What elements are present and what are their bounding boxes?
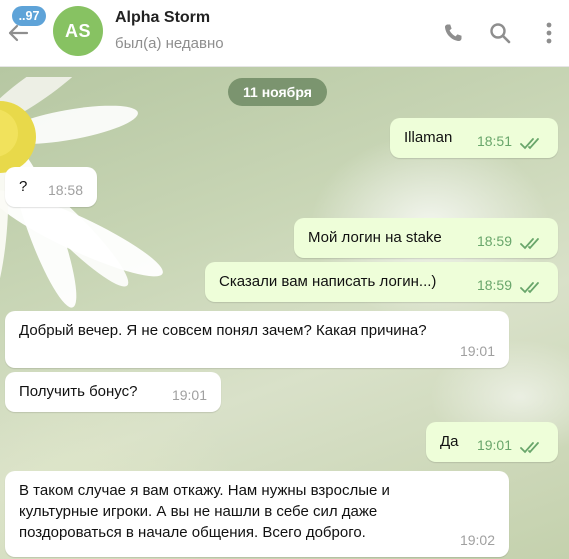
- message-text: Сказали вам написать логин...): [219, 273, 437, 290]
- message-outgoing[interactable]: Мой логин на stake 18:59: [294, 218, 558, 258]
- search-button[interactable]: [487, 20, 513, 46]
- message-text: Добрый вечер. Я не совсем понял зачем? К…: [19, 322, 427, 339]
- message-time: 18:59: [476, 277, 512, 293]
- message-time: 18:59: [476, 233, 512, 249]
- message-text: Illaman: [404, 129, 453, 146]
- chat-messages-area[interactable]: 11 ноября Illaman 18:51 ? 18:58 Мой логи…: [0, 67, 569, 559]
- message-incoming[interactable]: Добрый вечер. Я не совсем понял зачем? К…: [5, 311, 509, 368]
- message-text: ?: [19, 178, 28, 195]
- avatar[interactable]: AS: [53, 6, 103, 56]
- double-check-icon: [520, 442, 539, 454]
- double-check-icon: [520, 238, 539, 250]
- message-outgoing[interactable]: Illaman 18:51: [390, 118, 558, 158]
- message-text: Получить бонус?: [19, 383, 138, 400]
- phone-icon: [444, 24, 462, 42]
- unread-count-badge: ..97: [12, 6, 46, 26]
- message-incoming[interactable]: Получить бонус? 19:01: [5, 372, 221, 412]
- message-time: 19:02: [459, 532, 495, 548]
- message-time: 19:01: [476, 437, 512, 453]
- double-check-icon: [520, 138, 539, 150]
- message-outgoing[interactable]: Да 19:01: [426, 422, 558, 462]
- back-arrow-icon: [8, 24, 29, 42]
- chat-header: ..97 AS Alpha Storm был(а) недавно: [0, 0, 569, 67]
- message-time: 19:01: [171, 387, 207, 403]
- message-text: Мой логин на stake: [308, 229, 442, 246]
- search-icon: [490, 23, 511, 44]
- call-button[interactable]: [440, 20, 466, 46]
- more-vertical-icon: [546, 22, 552, 44]
- more-options-button[interactable]: [536, 20, 562, 46]
- message-outgoing[interactable]: Сказали вам написать логин...) 18:59: [205, 262, 558, 302]
- message-text: Да: [440, 433, 459, 450]
- message-time: 18:58: [47, 182, 83, 198]
- message-time: 18:51: [476, 133, 512, 149]
- chat-title[interactable]: Alpha Storm: [115, 9, 210, 27]
- message-text: В таком случае я вам откажу. Нам нужны в…: [19, 482, 390, 541]
- message-incoming[interactable]: ? 18:58: [5, 167, 97, 207]
- double-check-icon: [520, 282, 539, 294]
- message-incoming[interactable]: В таком случае я вам откажу. Нам нужны в…: [5, 471, 509, 557]
- date-separator: 11 ноября: [228, 78, 327, 106]
- message-time: 19:01: [459, 343, 495, 359]
- chat-status: был(а) недавно: [115, 35, 224, 52]
